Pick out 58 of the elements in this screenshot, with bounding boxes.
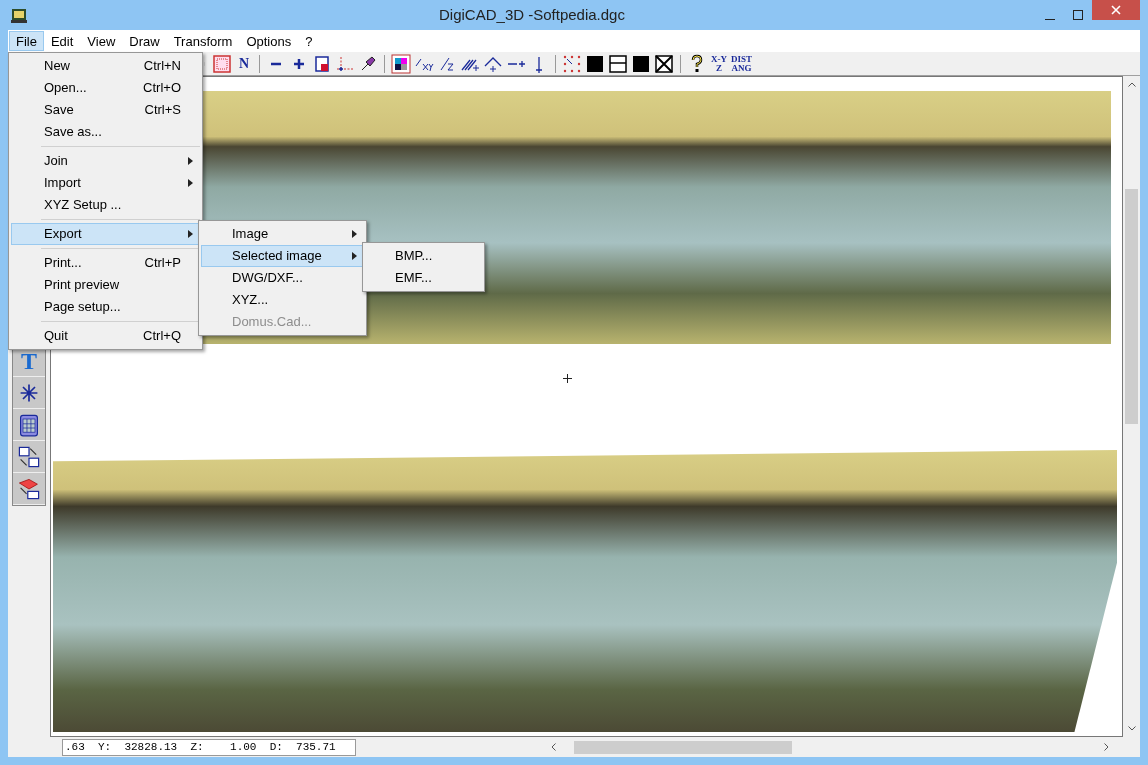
menu-item[interactable]: Save Ctrl+S [11, 99, 200, 121]
scroll-up-icon[interactable] [1127, 82, 1136, 87]
shortcut-label: Ctrl+N [143, 57, 181, 76]
menu-item[interactable]: BMP... [365, 245, 482, 267]
close-icon [1111, 5, 1121, 15]
app-icon [10, 6, 28, 24]
shortcut-label: Ctrl+O [143, 79, 181, 98]
menu-item: Domus.Cad... [231, 313, 313, 332]
scrollbar-thumb[interactable] [1125, 189, 1138, 424]
crosshair-icon [563, 374, 572, 383]
menu-item[interactable]: Open... Ctrl+O [11, 77, 200, 99]
menu-item[interactable]: Draw [122, 31, 167, 51]
menu-item[interactable]: EMF... [365, 267, 482, 289]
menu-item[interactable]: Print... Ctrl+P [11, 252, 200, 274]
menu-item[interactable]: ? [298, 31, 320, 51]
shortcut-label: Ctrl+Q [143, 327, 181, 346]
shortcut-label: Ctrl+P [144, 254, 181, 273]
menu-item[interactable]: Options [239, 31, 299, 51]
calculator-icon[interactable] [17, 412, 41, 437]
menu-item[interactable]: New Ctrl+N [11, 55, 200, 77]
menu-item[interactable]: XYZ Setup ... [11, 194, 200, 216]
menu-item[interactable]: Edit [43, 31, 81, 51]
menu-item[interactable]: Page setup... [11, 296, 200, 318]
menu-item[interactable]: Join [11, 150, 200, 172]
point-grid-icon[interactable] [562, 53, 582, 74]
menu-item[interactable]: Print preview [11, 274, 200, 296]
toolbar-button[interactable]: X-Y Z [709, 53, 729, 74]
minimize-icon [1045, 18, 1055, 20]
menu-item[interactable]: Selected image [201, 245, 364, 267]
scroll-down-icon[interactable] [1127, 726, 1136, 731]
mesh-icon[interactable] [17, 476, 41, 501]
toolbar-button[interactable]: DIST ANG [730, 53, 753, 74]
menu-item[interactable]: File [9, 31, 44, 51]
menu-item[interactable]: Quit Ctrl+Q [11, 325, 200, 347]
toolbar-button[interactable]: N [234, 53, 254, 74]
filled-square-icon[interactable] [585, 53, 605, 74]
maximize-icon [1073, 10, 1083, 20]
filled-square-icon[interactable] [631, 53, 651, 74]
menu-item[interactable]: Transform [166, 31, 240, 51]
scrollbar-thumb[interactable] [574, 740, 792, 754]
menu-item[interactable]: Import [11, 172, 200, 194]
convert-icon[interactable] [17, 444, 41, 469]
menu-item[interactable]: View [80, 31, 123, 51]
dotted-rectangle-icon[interactable] [212, 53, 232, 74]
page-icon[interactable] [312, 53, 332, 74]
menu-item[interactable]: Export [11, 223, 200, 245]
scroll-left-icon[interactable] [551, 743, 556, 751]
scroll-right-icon[interactable] [1104, 743, 1109, 751]
crossed-square-icon[interactable] [654, 53, 674, 74]
coordinates-readout: .63 Y: 32828.13 Z: 1.00 D: 735.71 [62, 738, 356, 756]
menu-item[interactable]: Image [201, 223, 364, 245]
menu-item[interactable]: Save as... [11, 121, 200, 143]
menu-item[interactable]: DWG/DXF... [201, 267, 364, 289]
palette-icon[interactable] [391, 53, 411, 74]
split-square-icon[interactable] [608, 53, 628, 74]
shortcut-label: Ctrl+S [144, 101, 181, 120]
menu-item[interactable]: XYZ... [201, 289, 364, 311]
window-title: DigiCAD_3D -Softpedia.dgc [439, 4, 625, 25]
